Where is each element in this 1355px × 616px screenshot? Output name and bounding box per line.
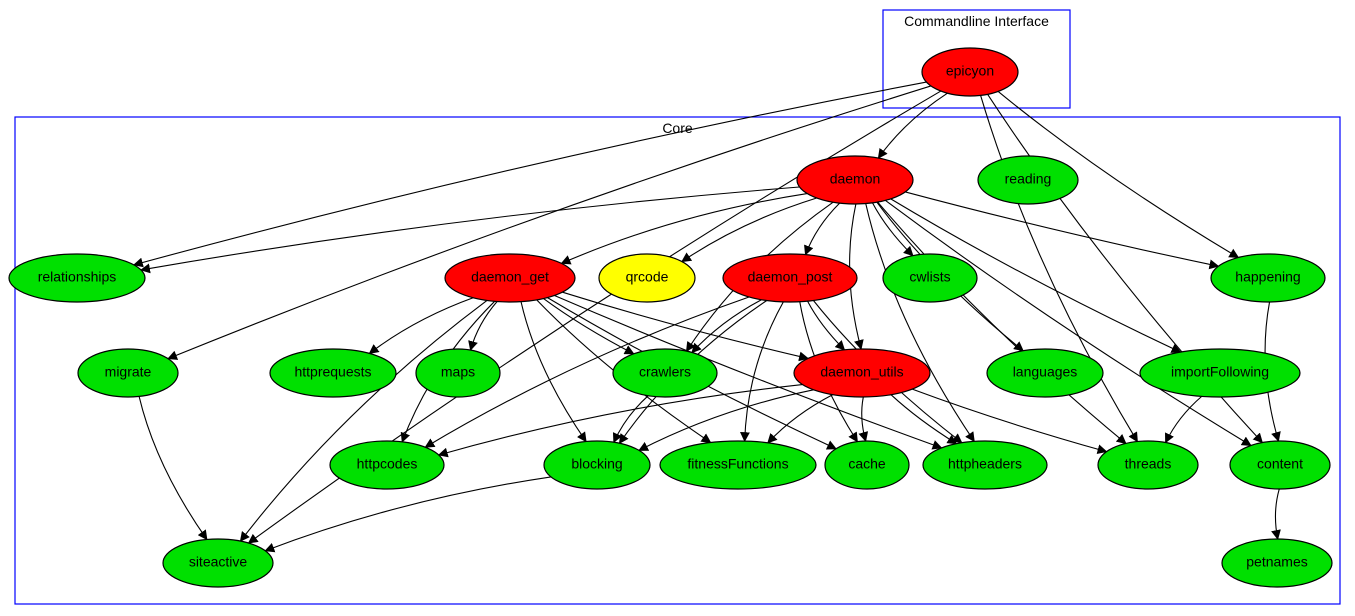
node-languages: languages [987,349,1103,397]
node-daemon_utils: daemon_utils [794,349,930,397]
node-cache: cache [825,441,909,489]
node-threads: threads [1098,441,1198,489]
edge-importFollowing-threads [1166,396,1202,442]
node-label-content: content [1257,456,1303,472]
edge-daemon-relationships [141,187,799,270]
edge-crawlers-blocking [614,396,648,443]
edge-daemon-threads [878,202,1126,443]
edge-epicyon-migrate [168,86,931,359]
edge-daemon-cwlists [873,203,913,256]
node-label-cache: cache [848,456,886,472]
node-cwlists: cwlists [883,254,977,302]
node-epicyon: epicyon [922,48,1018,96]
node-label-reading: reading [1005,171,1052,187]
node-label-qrcode: qrcode [626,269,669,285]
node-label-daemon_utils: daemon_utils [820,364,903,380]
node-label-httpheaders: httpheaders [948,456,1022,472]
node-fitnessFunctions: fitnessFunctions [660,441,816,489]
edge-daemon_post-daemon_utils [808,301,845,350]
node-qrcode: qrcode [599,254,695,302]
node-label-blocking: blocking [571,456,622,472]
node-maps: maps [416,349,500,397]
edge-daemon_post-fitnessFunctions [745,302,784,441]
node-label-petnames: petnames [1246,554,1307,570]
node-label-daemon_get: daemon_get [471,269,549,285]
edge-daemon_utils-fitnessFunctions [768,395,833,443]
node-label-migrate: migrate [105,364,152,380]
node-httpheaders: httpheaders [923,441,1047,489]
node-importFollowing: importFollowing [1140,349,1300,397]
node-daemon_post: daemon_post [723,254,857,302]
node-happening: happening [1211,254,1325,302]
node-label-epicyon: epicyon [946,63,994,79]
node-httpcodes: httpcodes [330,441,444,489]
node-migrate: migrate [78,349,178,397]
node-daemon: daemon [797,156,913,204]
node-httprequests: httprequests [270,349,396,397]
edge-daemon-happening [905,192,1218,266]
node-label-maps: maps [441,364,475,380]
node-label-daemon: daemon [830,171,881,187]
node-label-cwlists: cwlists [909,269,950,285]
node-label-siteactive: siteactive [189,554,248,570]
edge-daemon_get-siteactive [240,300,487,541]
node-relationships: relationships [9,254,145,302]
edge-migrate-siteactive [139,396,207,539]
node-content: content [1230,441,1330,489]
node-label-fitnessFunctions: fitnessFunctions [687,456,788,472]
edge-epicyon-daemon [878,93,947,158]
cluster-label-cli: Commandline Interface [904,13,1049,29]
edge-daemon_get-crawlers [544,299,634,354]
node-petnames: petnames [1222,539,1332,587]
node-label-relationships: relationships [38,269,117,285]
node-label-threads: threads [1125,456,1172,472]
node-crawlers: crawlers [613,349,717,397]
node-label-httpcodes: httpcodes [357,456,418,472]
node-label-importFollowing: importFollowing [1171,364,1269,380]
node-label-httprequests: httprequests [294,364,371,380]
node-siteactive: siteactive [163,539,273,587]
dependency-graph: Commandline Interface Core epicyon daemon r… [0,0,1355,616]
node-blocking: blocking [544,441,650,489]
edge-daemon_get-httprequests [369,298,473,354]
node-label-languages: languages [1013,364,1078,380]
node-daemon_get: daemon_get [445,254,575,302]
edge-content-petnames [1275,489,1279,539]
edge-daemon-content [885,200,1250,445]
node-label-daemon_post: daemon_post [748,269,833,285]
edge-daemon_get-maps [471,302,498,351]
node-label-happening: happening [1235,269,1300,285]
edge-blocking-siteactive [265,477,551,551]
node-reading: reading [978,156,1078,204]
node-label-crawlers: crawlers [639,364,691,380]
edge-daemon-daemon_post [805,203,839,255]
cluster-label-core: Core [662,120,693,136]
